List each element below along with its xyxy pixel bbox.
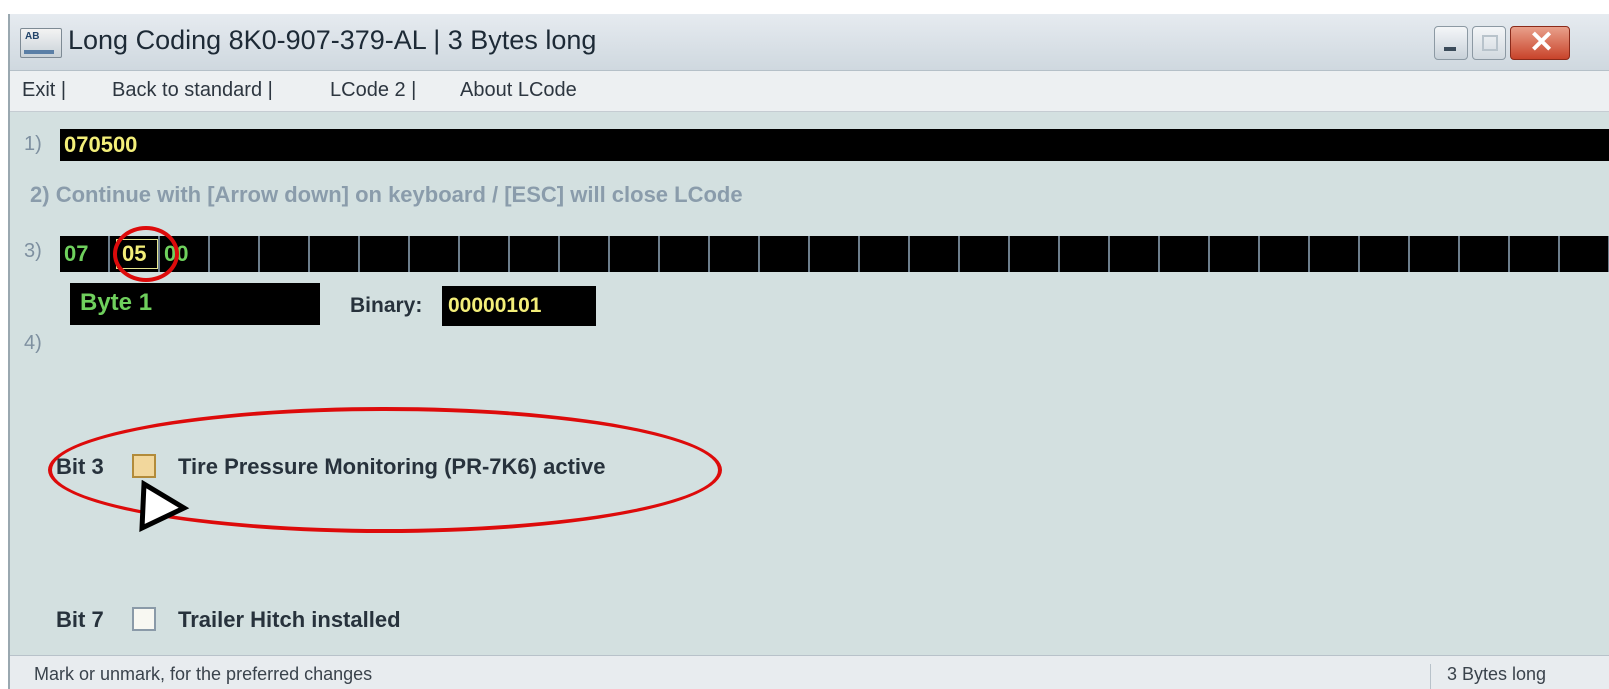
status-message: Mark or unmark, for the preferred change… — [34, 664, 373, 684]
status-byte-length: 3 Bytes long — [1430, 664, 1546, 689]
byte-cell-empty[interactable] — [1510, 236, 1560, 272]
byte-grid: 07 05 00 — [60, 236, 1609, 272]
row-3-label: 3) — [24, 240, 42, 262]
byte-cell-empty[interactable] — [760, 236, 810, 272]
byte-cell-empty[interactable] — [410, 236, 460, 272]
byte-cell-empty[interactable] — [1410, 236, 1460, 272]
byte-cell-empty[interactable] — [660, 236, 710, 272]
close-icon: ✕ — [1529, 26, 1555, 59]
byte-cell-empty[interactable] — [1110, 236, 1160, 272]
byte-cell-empty[interactable] — [310, 236, 360, 272]
byte-cell-empty[interactable] — [1460, 236, 1510, 272]
coding-value: 070500 — [64, 132, 138, 157]
byte-cell-empty[interactable] — [1060, 236, 1110, 272]
byte-cell-empty[interactable] — [260, 236, 310, 272]
menu-bar: Exit | Back to standard | LCode 2 | Abou… — [10, 71, 1609, 112]
byte-cell-empty[interactable] — [610, 236, 660, 272]
binary-value: 00000101 — [448, 294, 542, 317]
instruction-hint: 2) Continue with [Arrow down] on keyboar… — [30, 182, 743, 207]
row-4-label: 4) — [24, 332, 42, 354]
byte-cell-empty[interactable] — [360, 236, 410, 272]
binary-label: Binary: — [350, 294, 423, 317]
close-button[interactable]: ✕ — [1510, 26, 1570, 60]
byte-cell-empty[interactable] — [810, 236, 860, 272]
binary-value-box: 00000101 — [442, 286, 596, 326]
app-icon: AB — [20, 28, 62, 58]
bit-7-description: Trailer Hitch installed — [178, 607, 401, 632]
byte-cell-empty[interactable] — [1310, 236, 1360, 272]
row-1-label: 1) — [24, 133, 42, 155]
byte-label-box: Byte 1 — [70, 283, 320, 325]
byte-cell-empty[interactable] — [560, 236, 610, 272]
byte-cell-empty[interactable] — [1210, 236, 1260, 272]
menu-about-lcode[interactable]: About LCode — [460, 79, 577, 102]
bit-7-label: Bit 7 — [56, 607, 104, 632]
lcode-window: AB Long Coding 8K0-907-379-AL | 3 Bytes … — [8, 14, 1609, 689]
byte-cell-empty[interactable] — [210, 236, 260, 272]
byte-cell-empty[interactable] — [510, 236, 560, 272]
title-bar[interactable]: AB Long Coding 8K0-907-379-AL | 3 Bytes … — [10, 14, 1609, 71]
selected-byte-annotation-ring — [113, 226, 179, 282]
menu-exit[interactable]: Exit | — [22, 79, 66, 102]
byte-cell-empty[interactable] — [1260, 236, 1310, 272]
byte-cell-empty[interactable] — [710, 236, 760, 272]
maximize-button[interactable] — [1472, 26, 1506, 60]
pointer-cursor-icon — [139, 480, 190, 532]
byte-cell-empty[interactable] — [860, 236, 910, 272]
status-bar: Mark or unmark, for the preferred change… — [10, 655, 1609, 689]
coding-value-field[interactable]: 070500 — [60, 129, 1609, 161]
bit-7-checkbox[interactable] — [132, 607, 156, 631]
window-title: Long Coding 8K0-907-379-AL | 3 Bytes lon… — [68, 25, 597, 55]
byte-cell-empty[interactable] — [1010, 236, 1060, 272]
byte-cell-empty[interactable] — [1560, 236, 1609, 272]
byte-cell-empty[interactable] — [910, 236, 960, 272]
byte-label: Byte 1 — [80, 289, 153, 316]
byte-cell-empty[interactable] — [960, 236, 1010, 272]
byte-cell-empty[interactable] — [460, 236, 510, 272]
byte-cell-0[interactable]: 07 — [60, 236, 110, 272]
byte-cell-empty[interactable] — [1160, 236, 1210, 272]
menu-lcode-2[interactable]: LCode 2 | — [330, 79, 416, 102]
byte-cell-empty[interactable] — [1360, 236, 1410, 272]
minimize-button[interactable] — [1434, 26, 1468, 60]
menu-back-to-standard[interactable]: Back to standard | — [112, 79, 273, 102]
